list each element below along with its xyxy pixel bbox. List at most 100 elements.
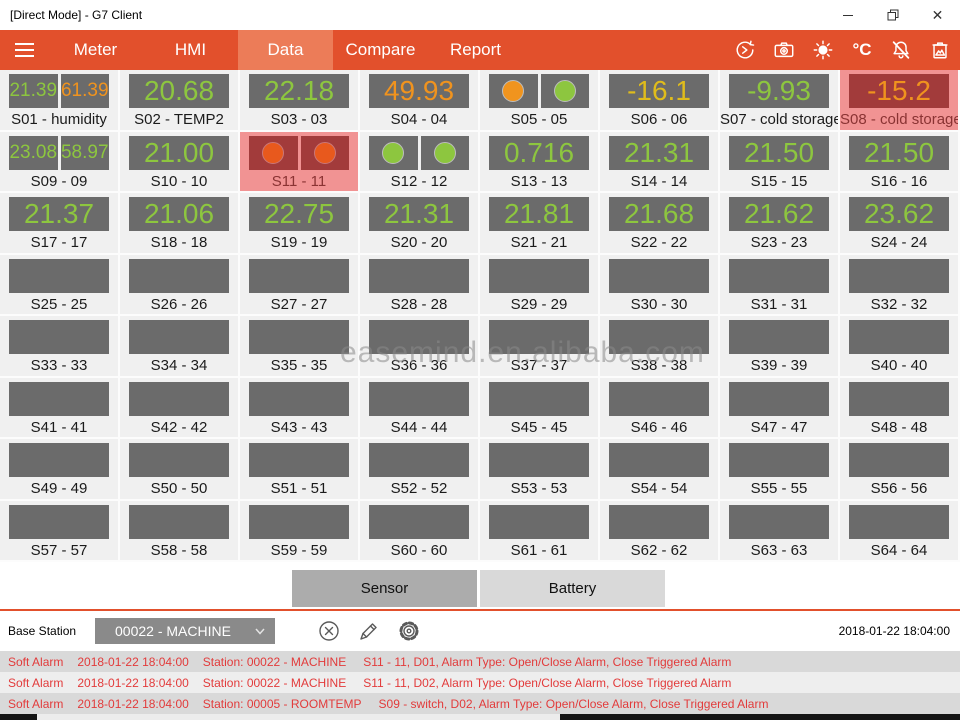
brightness-button[interactable] [811,38,835,62]
sensor-tile-s08[interactable]: -15.2S08 - cold storage [840,70,960,132]
sensor-tile-s58[interactable]: S58 - 58 [120,501,240,563]
sensor-tile-s36[interactable]: S36 - 36 [360,316,480,378]
sensor-tile-s35[interactable]: S35 - 35 [240,316,360,378]
sensor-tile-s40[interactable]: S40 - 40 [840,316,960,378]
sensor-tile-s12[interactable]: S12 - 12 [360,132,480,194]
sensor-tile-s26[interactable]: S26 - 26 [120,255,240,317]
sensor-tile-s03[interactable]: 22.18S03 - 03 [240,70,360,132]
sensor-tile-s59[interactable]: S59 - 59 [240,501,360,563]
sensor-tile-s38[interactable]: S38 - 38 [600,316,720,378]
sensor-value-box [249,443,349,477]
sensor-tile-s46[interactable]: S46 - 46 [600,378,720,440]
trash-image-icon [929,39,951,61]
sensor-tile-s49[interactable]: S49 - 49 [0,439,120,501]
sensor-status-box [301,136,350,170]
sensor-tile-s16[interactable]: 21.50S16 - 16 [840,132,960,194]
sensor-tile-s61[interactable]: S61 - 61 [480,501,600,563]
close-button[interactable]: ✕ [915,0,960,30]
sensor-tile-s02[interactable]: 20.68S02 - TEMP2 [120,70,240,132]
sensor-tile-s48[interactable]: S48 - 48 [840,378,960,440]
minimize-button[interactable] [825,0,870,30]
sensor-tile-s34[interactable]: S34 - 34 [120,316,240,378]
sensor-tile-s20[interactable]: 21.31S20 - 20 [360,193,480,255]
alarm-row[interactable]: Soft Alarm2018-01-22 18:04:00Station: 00… [0,651,960,672]
sensor-tile-s05[interactable]: S05 - 05 [480,70,600,132]
sensor-tile-s52[interactable]: S52 - 52 [360,439,480,501]
snapshot-trash-button[interactable] [928,38,952,62]
sensor-tile-s33[interactable]: S33 - 33 [0,316,120,378]
sensor-tile-s43[interactable]: S43 - 43 [240,378,360,440]
tab-hmi[interactable]: HMI [143,30,238,70]
sensor-tile-s51[interactable]: S51 - 51 [240,439,360,501]
sensor-tile-s42[interactable]: S42 - 42 [120,378,240,440]
sensor-tile-s19[interactable]: 22.75S19 - 19 [240,193,360,255]
sensor-tile-s57[interactable]: S57 - 57 [0,501,120,563]
sensor-tile-s06[interactable]: -16.1S06 - 06 [600,70,720,132]
alarm-mute-button[interactable] [889,38,913,62]
base-station-dropdown[interactable]: 00022 - MACHINE [95,618,275,644]
sensor-value: 21.39 [9,74,57,108]
sensor-tile-s37[interactable]: S37 - 37 [480,316,600,378]
sensor-tile-s27[interactable]: S27 - 27 [240,255,360,317]
sensor-value: 21.50 [864,136,934,170]
sensor-tile-s60[interactable]: S60 - 60 [360,501,480,563]
menu-button[interactable] [0,30,48,70]
tab-meter[interactable]: Meter [48,30,143,70]
sensor-tile-s07[interactable]: -9.93S07 - cold storage [720,70,840,132]
sensor-tile-s25[interactable]: S25 - 25 [0,255,120,317]
sensor-tile-s13[interactable]: 0.716S13 - 13 [480,132,600,194]
sensor-tile-s04[interactable]: 49.93S04 - 04 [360,70,480,132]
sync-button[interactable] [733,38,757,62]
sensor-value-box [129,382,229,416]
sensor-tile-s28[interactable]: S28 - 28 [360,255,480,317]
sensor-tile-s17[interactable]: 21.37S17 - 17 [0,193,120,255]
sensor-view-button[interactable]: Sensor [292,570,477,607]
sensor-tile-s10[interactable]: 21.00S10 - 10 [120,132,240,194]
sensor-tile-s64[interactable]: S64 - 64 [840,501,960,563]
tab-compare[interactable]: Compare [333,30,428,70]
alarm-mute-icon [890,39,912,61]
sensor-tile-s44[interactable]: S44 - 44 [360,378,480,440]
sensor-tile-s23[interactable]: 21.62S23 - 23 [720,193,840,255]
sensor-tile-s21[interactable]: 21.81S21 - 21 [480,193,600,255]
tab-report[interactable]: Report [428,30,523,70]
sensor-tile-s29[interactable]: S29 - 29 [480,255,600,317]
sensor-tile-s47[interactable]: S47 - 47 [720,378,840,440]
sensor-tile-s01[interactable]: 21.3961.39S01 - humidity [0,70,120,132]
sensor-tile-s54[interactable]: S54 - 54 [600,439,720,501]
restore-button[interactable] [870,0,915,30]
sensor-tile-s45[interactable]: S45 - 45 [480,378,600,440]
tab-data[interactable]: Data [238,30,333,70]
sensor-tile-s62[interactable]: S62 - 62 [600,501,720,563]
alarm-row[interactable]: Soft Alarm2018-01-22 18:04:00Station: 00… [0,693,960,714]
sensor-tile-s56[interactable]: S56 - 56 [840,439,960,501]
sensor-tile-s18[interactable]: 21.06S18 - 18 [120,193,240,255]
sensor-tile-s09[interactable]: 23.0858.97S09 - 09 [0,132,120,194]
sensor-tile-s53[interactable]: S53 - 53 [480,439,600,501]
sensor-tile-s11[interactable]: S11 - 11 [240,132,360,194]
sensor-label: S56 - 56 [840,480,958,497]
battery-view-button[interactable]: Battery [480,570,665,607]
sensor-value-box: 21.06 [129,197,229,231]
sensor-tile-s30[interactable]: S30 - 30 [600,255,720,317]
sensor-tile-s39[interactable]: S39 - 39 [720,316,840,378]
sensor-tile-s41[interactable]: S41 - 41 [0,378,120,440]
sensor-tile-s24[interactable]: 23.62S24 - 24 [840,193,960,255]
alarm-row[interactable]: Soft Alarm2018-01-22 18:04:00Station: 00… [0,672,960,693]
temperature-unit-button[interactable]: °C [850,38,874,62]
camera-button[interactable] [772,38,796,62]
circle-x-icon [317,619,341,643]
sensor-tile-s14[interactable]: 21.31S14 - 14 [600,132,720,194]
sensor-tile-s31[interactable]: S31 - 31 [720,255,840,317]
sensor-tile-s22[interactable]: 21.68S22 - 22 [600,193,720,255]
edit-button[interactable] [356,618,382,644]
sensor-tile-s63[interactable]: S63 - 63 [720,501,840,563]
sensor-value-box [609,320,709,354]
nav-tabs: MeterHMIDataCompareReport [48,30,523,70]
sensor-tile-s15[interactable]: 21.50S15 - 15 [720,132,840,194]
sensor-tile-s50[interactable]: S50 - 50 [120,439,240,501]
sensor-tile-s32[interactable]: S32 - 32 [840,255,960,317]
sensor-tile-s55[interactable]: S55 - 55 [720,439,840,501]
cancel-button[interactable] [316,618,342,644]
settings-button[interactable] [396,618,422,644]
